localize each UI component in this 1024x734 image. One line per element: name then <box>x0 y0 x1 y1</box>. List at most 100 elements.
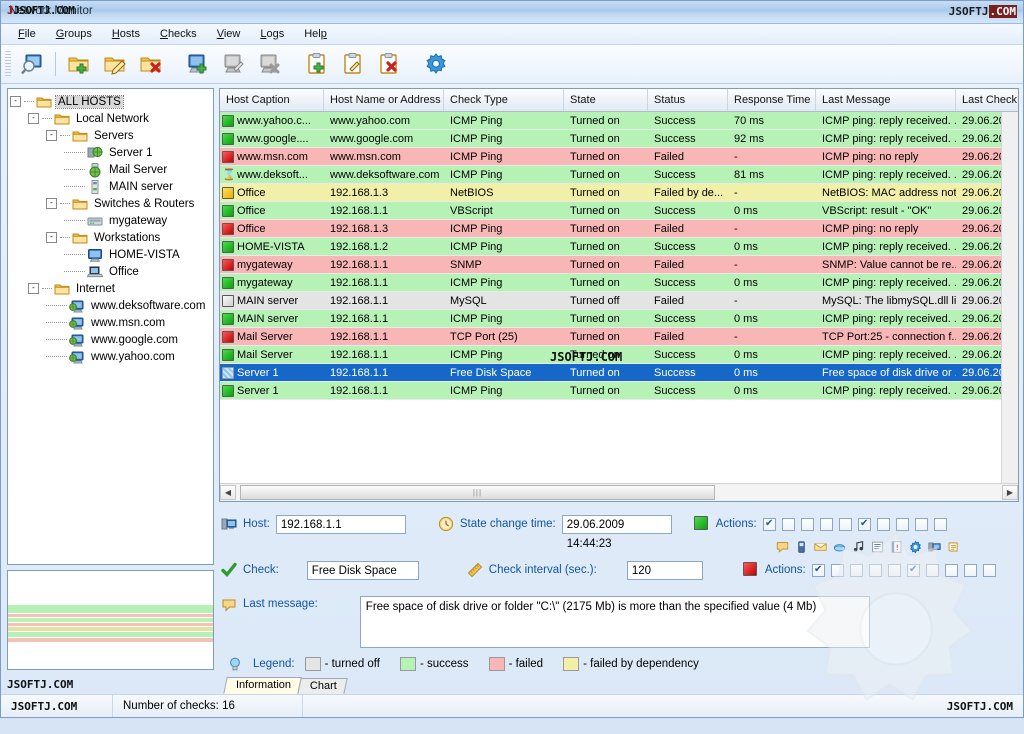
menu-hosts[interactable]: Hosts <box>103 26 149 42</box>
action-failed-checkbox-8[interactable] <box>944 563 958 577</box>
tree-expander-icon[interactable]: - <box>46 198 57 209</box>
tree-item-local-network[interactable]: - Local Network <box>10 110 211 127</box>
scroll-left-icon[interactable]: ◀ <box>220 485 236 500</box>
action-failed-checkbox-5[interactable] <box>887 563 901 577</box>
action-success-checkbox-6[interactable]: ✔ <box>857 517 871 531</box>
table-row[interactable]: HOME-VISTA 192.168.1.2 ICMP Ping Turned on S… <box>220 238 1018 256</box>
tree-item-mail-server[interactable]: Mail Server <box>10 161 211 178</box>
tree-item-home-vista[interactable]: HOME-VISTA <box>10 246 211 263</box>
action-success-checkbox-7[interactable] <box>876 517 890 531</box>
column-header-response-time[interactable]: Response Time <box>728 89 816 111</box>
delete-host-icon[interactable] <box>253 48 287 80</box>
action-failed-checkbox-3[interactable] <box>849 563 863 577</box>
column-header-last-message[interactable]: Last Message <box>816 89 956 111</box>
action-success-checkbox-1[interactable]: ✔ <box>762 517 776 531</box>
table-row[interactable]: Office 192.168.1.3 ICMP Ping Turned on Faile… <box>220 220 1018 238</box>
tab-chart[interactable]: Chart <box>297 678 348 694</box>
table-row[interactable]: ⌛ www.deksoft... www.deksoftware.com ICMP P… <box>220 166 1018 184</box>
tree-item-mygateway[interactable]: mygateway <box>10 212 211 229</box>
action-success-checkbox-5[interactable] <box>838 517 852 531</box>
delete-check-icon[interactable] <box>372 48 406 80</box>
table-row[interactable]: MAIN server 192.168.1.1 ICMP Ping Turned on… <box>220 310 1018 328</box>
table-row[interactable]: Server 1 192.168.1.1 ICMP Ping Turned on Suc… <box>220 382 1018 400</box>
menu-checks[interactable]: Checks <box>151 26 206 42</box>
action-failed-checkbox-2[interactable] <box>830 563 844 577</box>
tree-item-office[interactable]: Office <box>10 263 211 280</box>
tree-item-switches-routers[interactable]: - Switches & Routers <box>10 195 211 212</box>
table-row[interactable]: www.msn.com www.msn.com ICMP Ping Turned on… <box>220 148 1018 166</box>
action-success-checkbox-3[interactable] <box>800 517 814 531</box>
action-success-checkbox-10[interactable] <box>933 517 947 531</box>
tree-expander-icon[interactable]: - <box>46 232 57 243</box>
add-group-icon[interactable] <box>62 48 96 80</box>
check-input[interactable]: Free Disk Space <box>306 560 419 580</box>
tab-information[interactable]: Information <box>223 677 302 694</box>
menu-help[interactable]: Help <box>295 26 336 42</box>
tree-item-www-yahoo-com[interactable]: www.yahoo.com <box>10 348 211 365</box>
tree-expander-icon[interactable]: - <box>46 130 57 141</box>
column-header-host-caption[interactable]: Host Caption <box>220 89 324 111</box>
add-host-icon[interactable] <box>181 48 215 80</box>
tree-item-server-1[interactable]: Server 1 <box>10 144 211 161</box>
action-failed-checkbox-4[interactable] <box>868 563 882 577</box>
grid-vertical-scrollbar[interactable] <box>1001 112 1018 483</box>
scroll-right-icon[interactable]: ▶ <box>1002 485 1018 500</box>
tree-item-all-hosts[interactable]: - ALL HOSTS <box>10 93 211 110</box>
menu-file[interactable]: FFileile <box>9 26 45 42</box>
action-success-checkbox-4[interactable] <box>819 517 833 531</box>
table-row[interactable]: mygateway 192.168.1.1 SNMP Turned on Failed -… <box>220 256 1018 274</box>
tree-item-servers[interactable]: - Servers <box>10 127 211 144</box>
action-failed-checkbox-9[interactable] <box>963 563 977 577</box>
menu-logs[interactable]: Logs <box>251 26 293 42</box>
table-row[interactable]: Office 192.168.1.1 VBScript Turned on Succes… <box>220 202 1018 220</box>
add-check-icon[interactable] <box>300 48 334 80</box>
column-header-state[interactable]: State <box>564 89 648 111</box>
table-row[interactable]: Mail Server 192.168.1.1 TCP Port (25) Turne… <box>220 328 1018 346</box>
chart-preview-panel[interactable] <box>7 570 214 670</box>
check-now-icon[interactable] <box>15 48 49 80</box>
settings-icon[interactable] <box>419 48 453 80</box>
table-row[interactable]: Office 192.168.1.3 NetBIOS Turned on Failed … <box>220 184 1018 202</box>
table-row[interactable]: Mail Server 192.168.1.1 ICMP Ping Turned on… <box>220 346 1018 364</box>
tree-expander-icon[interactable]: - <box>28 283 39 294</box>
menu-view[interactable]: View <box>208 26 250 42</box>
tree-item-www-google-com[interactable]: www.google.com <box>10 331 211 348</box>
actions-failed-checkboxes[interactable]: ✔ ✔ <box>811 563 996 577</box>
toolbar-grip[interactable] <box>5 51 11 77</box>
host-input[interactable]: 192.168.1.1 <box>275 514 406 534</box>
grid-body[interactable]: www.yahoo.c... www.yahoo.com ICMP Ping Turn… <box>220 112 1018 483</box>
column-header-status[interactable]: Status <box>648 89 728 111</box>
scroll-thumb[interactable]: ||| <box>240 485 715 500</box>
tree-item-www-deksoftware-com[interactable]: www.deksoftware.com <box>10 297 211 314</box>
column-header-last-check[interactable]: Last Check <box>956 89 1024 111</box>
tree-item-main-server[interactable]: MAIN server <box>10 178 211 195</box>
table-row[interactable]: Server 1 192.168.1.1 Free Disk Space Turned… <box>220 364 1018 382</box>
host-tree[interactable]: - ALL HOSTS - Local Network - Servers Server 1… <box>7 88 214 565</box>
action-failed-checkbox-10[interactable] <box>982 563 996 577</box>
column-header-check-type[interactable]: Check Type <box>444 89 564 111</box>
last-message-textarea[interactable]: Free space of disk drive or folder "C:\"… <box>359 596 870 648</box>
grid-horizontal-scrollbar[interactable]: ◀ ||| ▶ <box>220 483 1018 501</box>
column-header-host-name-or-address[interactable]: Host Name or Address <box>324 89 444 111</box>
table-row[interactable]: MAIN server 192.168.1.1 MySQL Turned off Fai… <box>220 292 1018 310</box>
menu-groups[interactable]: Groups <box>47 26 101 42</box>
tree-item-internet[interactable]: - Internet <box>10 280 211 297</box>
state-change-input[interactable]: 29.06.2009 14:44:23 <box>561 514 672 550</box>
edit-group-icon[interactable] <box>98 48 132 80</box>
table-row[interactable]: mygateway 192.168.1.1 ICMP Ping Turned on Su… <box>220 274 1018 292</box>
delete-group-icon[interactable] <box>134 48 168 80</box>
table-row[interactable]: www.google.... www.google.com ICMP Ping Tur… <box>220 130 1018 148</box>
action-success-checkbox-8[interactable] <box>895 517 909 531</box>
tree-expander-icon[interactable]: - <box>28 113 39 124</box>
tree-item-www-msn-com[interactable]: www.msn.com <box>10 314 211 331</box>
edit-check-icon[interactable] <box>336 48 370 80</box>
tree-expander-icon[interactable]: - <box>10 96 21 107</box>
scroll-track[interactable]: ||| <box>236 485 1002 500</box>
actions-success-checkboxes[interactable]: ✔ ✔ <box>762 517 947 531</box>
interval-input[interactable]: 120 <box>626 560 703 580</box>
table-row[interactable]: www.yahoo.c... www.yahoo.com ICMP Ping Turn… <box>220 112 1018 130</box>
tree-item-workstations[interactable]: - Workstations <box>10 229 211 246</box>
action-failed-checkbox-6[interactable]: ✔ <box>906 563 920 577</box>
action-failed-checkbox-7[interactable] <box>925 563 939 577</box>
action-failed-checkbox-1[interactable]: ✔ <box>811 563 825 577</box>
